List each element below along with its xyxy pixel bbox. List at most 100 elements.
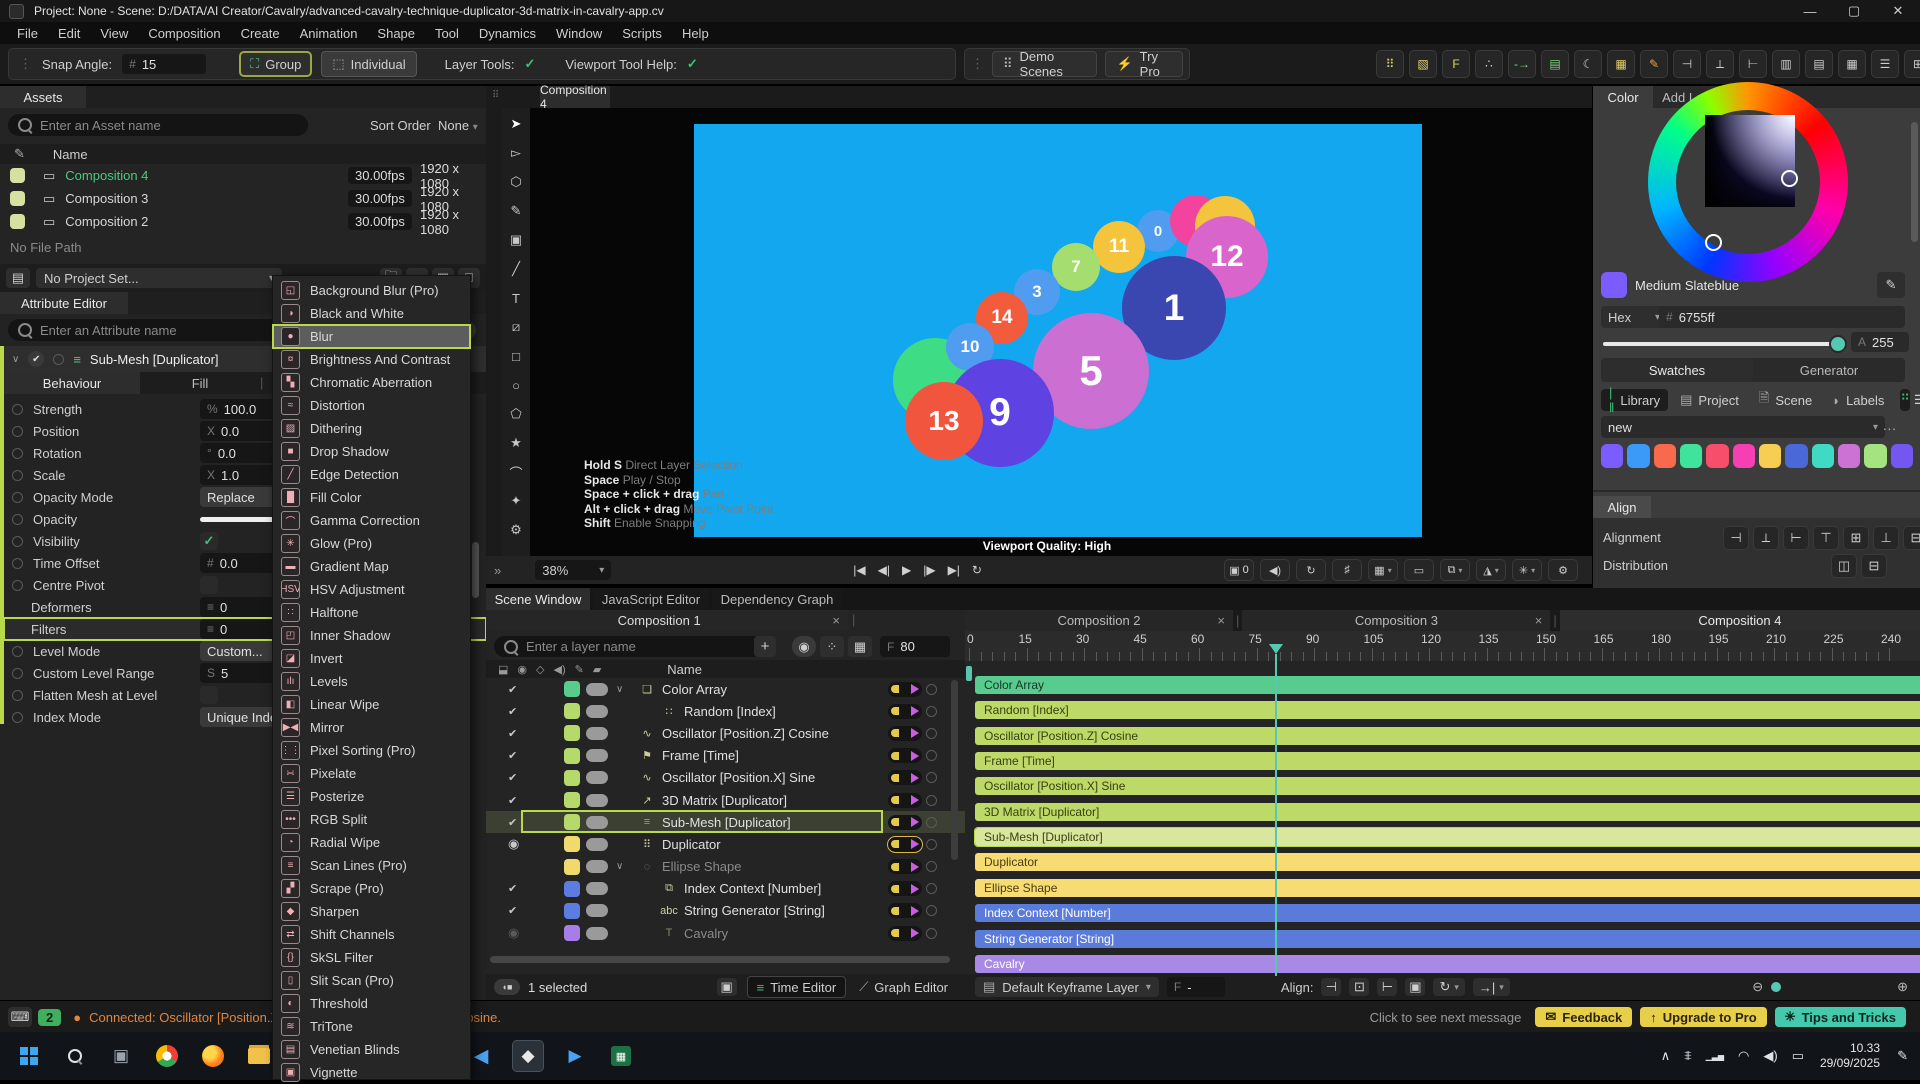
v-scrollbar[interactable]	[951, 680, 958, 860]
color-swatch[interactable]	[1864, 444, 1886, 468]
filter-menu-item-brightness-and-contrast[interactable]: ¤Brightness And Contrast	[273, 348, 470, 371]
group-button[interactable]: ⛶ Group	[240, 52, 311, 76]
layer-color-swatch[interactable]	[564, 770, 580, 786]
rows-icon[interactable]: ▤	[1541, 50, 1569, 78]
layer-color-swatch[interactable]	[564, 703, 580, 719]
layer-color-swatch[interactable]	[564, 881, 580, 897]
menu-window[interactable]: Window	[547, 23, 611, 44]
filter-menu-item-gradient-map[interactable]: ▬Gradient Map	[273, 555, 470, 578]
layer-row-oscillator-position-z-cosine[interactable]: ✔∿Oscillator [Position.Z] Cosine	[486, 722, 965, 744]
direct-select-tool-icon[interactable]: ▻	[503, 141, 529, 165]
viewport-option-icon-4[interactable]: ▦▾	[1368, 559, 1398, 581]
layer-color-swatch[interactable]	[564, 814, 580, 830]
output-connector[interactable]	[911, 817, 919, 827]
connection-circle[interactable]	[926, 839, 937, 850]
camera-tool-icon[interactable]: ▣	[503, 228, 529, 252]
filter-menu-item-tritone[interactable]: ≋TriTone	[273, 1015, 470, 1038]
filter-menu-item-slit-scan-pro-[interactable]: ▯Slit Scan (Pro)	[273, 969, 470, 992]
layer-row-oscillator-position-x-sine[interactable]: ✔∿Oscillator [Position.X] Sine	[486, 767, 965, 789]
menu-composition[interactable]: Composition	[139, 23, 229, 44]
pen-tool-icon[interactable]: ✎	[503, 199, 529, 223]
alignment-icon-6[interactable]: ⊟	[1903, 526, 1920, 550]
alpha-slider-handle[interactable]	[1829, 335, 1847, 353]
filter-menu-item-scan-lines-pro-[interactable]: ≡Scan Lines (Pro)	[273, 854, 470, 877]
input-connector[interactable]	[891, 818, 899, 826]
tab-dependency-graph[interactable]: Dependency Graph	[712, 588, 842, 610]
try-pro-button[interactable]: ⚡ Try Pro	[1105, 51, 1183, 77]
viewport-option-icon-3[interactable]: ♯	[1332, 559, 1362, 581]
asset-row[interactable]: ▭Composition 230.00fps1920 x 1080	[0, 210, 486, 233]
list-view-button[interactable]: ☰	[1914, 389, 1920, 411]
enabled-check-icon[interactable]: ✔	[508, 727, 523, 740]
library-button[interactable]: |‖Library	[1601, 389, 1668, 411]
tab-swatches[interactable]: Swatches	[1601, 358, 1753, 382]
taskbar-clock[interactable]: 10.33 29/09/2025	[1820, 1041, 1880, 1071]
alignment-icon-0[interactable]: ⊣	[1723, 526, 1749, 550]
tag-toggle[interactable]	[586, 882, 608, 895]
layer-row-sub-mesh-duplicator-[interactable]: ✔≡Sub-Mesh [Duplicator]	[486, 811, 965, 833]
tab-scene-window[interactable]: Scene Window	[486, 588, 590, 610]
go-to-start-button[interactable]: |◀	[849, 563, 869, 577]
zoom-level-select[interactable]: 38%▾	[535, 560, 611, 580]
filter-menu-item-linear-wipe[interactable]: ◧Linear Wipe	[273, 693, 470, 716]
alignment-icon-3[interactable]: ⊤	[1813, 526, 1839, 550]
attribute-checkbox-off[interactable]	[200, 576, 218, 594]
eye-icon[interactable]: ◉	[508, 925, 523, 941]
tag-toggle[interactable]	[586, 794, 608, 807]
filter-menu-item-chromatic-aberration[interactable]: ▚Chromatic Aberration	[273, 371, 470, 394]
snap-angle-field[interactable]: # 15	[122, 54, 206, 74]
connection-circle[interactable]	[926, 928, 937, 939]
connection-pill[interactable]	[888, 903, 922, 918]
layer-color-swatch[interactable]	[564, 903, 580, 919]
viewport-option-icon-0[interactable]: ▣0	[1224, 559, 1254, 581]
box-icon[interactable]: ◇	[536, 663, 544, 676]
tag-toggle[interactable]	[586, 749, 608, 762]
filter-menu-item-venetian-blinds[interactable]: ▤Venetian Blinds	[273, 1038, 470, 1061]
layer-tools-check-icon[interactable]: ✓	[524, 56, 535, 72]
close-button[interactable]: ✕	[1876, 3, 1920, 19]
connection-pill[interactable]	[888, 726, 922, 741]
connection-pill[interactable]	[888, 748, 922, 763]
task-view-icon[interactable]: ▣	[106, 1041, 136, 1071]
connection-circle[interactable]	[926, 883, 937, 894]
output-connector[interactable]	[911, 706, 919, 716]
menu-view[interactable]: View	[91, 23, 137, 44]
shape-star-tool-icon[interactable]: ✦	[503, 489, 529, 513]
layer-row-3d-matrix-duplicator-[interactable]: ✔↗3D Matrix [Duplicator]	[486, 789, 965, 811]
graph-editor-button[interactable]: ⟋Graph Editor	[850, 977, 957, 997]
tag-toggle[interactable]	[586, 838, 608, 851]
eyedropper-icon[interactable]: ✎	[14, 146, 25, 162]
loop-button[interactable]: ↻	[968, 563, 986, 577]
connection-pill[interactable]	[888, 859, 922, 874]
time-editor-button[interactable]: ≡Time Editor	[747, 976, 847, 998]
individual-button[interactable]: ⬚ Individual	[321, 51, 416, 77]
feedback-button[interactable]: ✉Feedback	[1535, 1007, 1632, 1027]
keyframe-layer-select[interactable]: ▤ Default Keyframe Layer ▾	[975, 977, 1159, 997]
viewport-option-icon-6[interactable]: ⧉▾	[1440, 559, 1470, 581]
tray-caret-icon[interactable]: ∧	[1661, 1048, 1671, 1064]
viewport-option-icon-7[interactable]: ◮▾	[1476, 559, 1506, 581]
timeline-frame-field[interactable]: F -	[1167, 977, 1225, 997]
keyframe-dot[interactable]	[12, 536, 23, 547]
filter-menu-item-distortion[interactable]: ≈Distortion	[273, 394, 470, 417]
current-color-swatch[interactable]	[1601, 272, 1627, 298]
menu-help[interactable]: Help	[673, 23, 718, 44]
connection-pill[interactable]	[888, 815, 922, 830]
filter-menu-item-sharpen[interactable]: ◆Sharpen	[273, 900, 470, 923]
menu-file[interactable]: File	[8, 23, 47, 44]
filter-menu-item-edge-detection[interactable]: ╱Edge Detection	[273, 463, 470, 486]
tag-toggle[interactable]	[586, 927, 608, 940]
swatch-group-select[interactable]: new ▾	[1601, 416, 1885, 438]
alignment-icon-2[interactable]: ⊢	[1783, 526, 1809, 550]
connection-pill[interactable]	[888, 881, 922, 896]
output-connector[interactable]	[911, 884, 919, 894]
cube-icon[interactable]: ▧	[1409, 50, 1437, 78]
connection-pill[interactable]	[888, 770, 922, 785]
snap-keys-button[interactable]: ▣	[1405, 978, 1425, 996]
output-connector[interactable]	[911, 839, 919, 849]
maximize-button[interactable]: ▢	[1832, 3, 1876, 19]
filter-menu-item-pixel-sorting-pro-[interactable]: ⋮⋮Pixel Sorting (Pro)	[273, 739, 470, 762]
viewport-option-icon-9[interactable]: ⚙	[1548, 559, 1578, 581]
layer-row-duplicator[interactable]: ◉⠿Duplicator	[486, 833, 965, 855]
layer-row-color-array[interactable]: ✔∨❏Color Array	[486, 678, 965, 700]
